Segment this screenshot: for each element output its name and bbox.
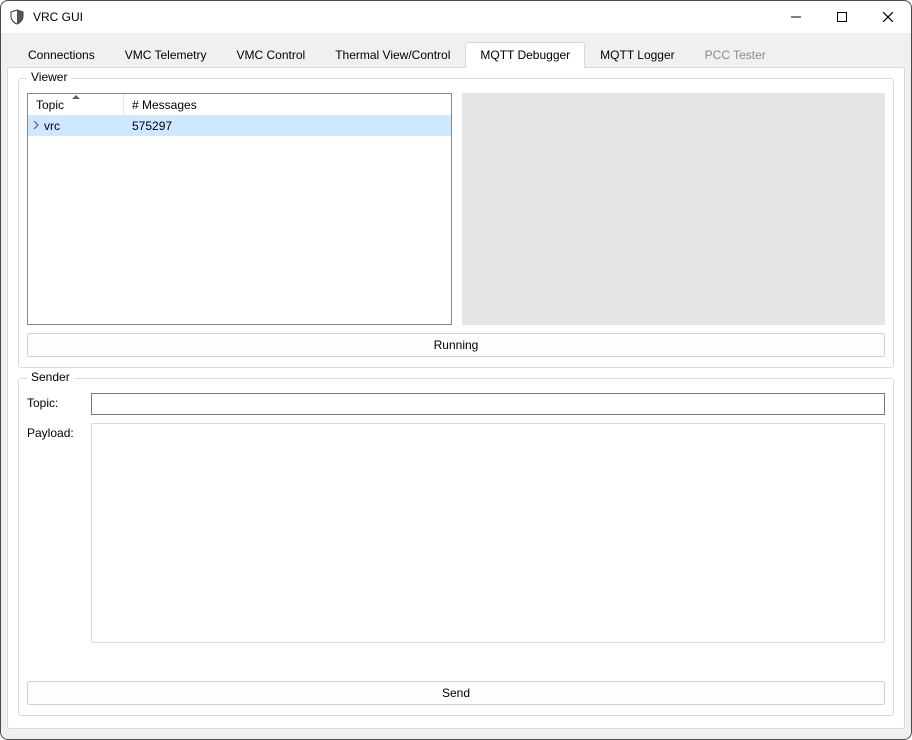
tab-mqtt-debugger[interactable]: MQTT Debugger (465, 42, 585, 68)
topic-tree-header: Topic # Messages (28, 94, 451, 116)
viewer-legend: Viewer (27, 70, 71, 84)
column-header-messages[interactable]: # Messages (124, 94, 451, 115)
message-preview-pane (462, 93, 885, 325)
running-button[interactable]: Running (27, 333, 885, 357)
tab-connections[interactable]: Connections (13, 42, 110, 68)
close-button[interactable] (865, 1, 911, 33)
app-window: VRC GUI Connections VMC Telemetry VMC Co… (0, 0, 912, 740)
topic-input[interactable] (91, 393, 885, 415)
chevron-right-icon[interactable] (28, 121, 44, 132)
send-button[interactable]: Send (27, 681, 885, 705)
tree-cell-topic: vrc (44, 119, 124, 133)
window-title: VRC GUI (33, 10, 83, 24)
topic-tree-body: vrc 575297 (28, 116, 451, 324)
viewer-group: Viewer Topic # Messages (18, 78, 894, 368)
minimize-button[interactable] (773, 1, 819, 33)
sender-legend: Sender (27, 370, 74, 384)
topic-label: Topic: (27, 393, 83, 415)
tab-mqtt-logger[interactable]: MQTT Logger (585, 42, 689, 68)
sender-group: Sender Topic: Payload: Send (18, 378, 894, 716)
tab-pcc-tester: PCC Tester (690, 42, 781, 68)
tab-panel: Viewer Topic # Messages (7, 67, 905, 729)
column-header-topic[interactable]: Topic (28, 94, 124, 115)
app-shield-icon (9, 9, 25, 25)
tree-cell-messages: 575297 (124, 119, 451, 133)
tabs-bar: Connections VMC Telemetry VMC Control Th… (7, 39, 905, 67)
maximize-button[interactable] (819, 1, 865, 33)
payload-textarea[interactable] (91, 423, 885, 643)
client-area: Connections VMC Telemetry VMC Control Th… (1, 33, 911, 739)
topic-tree[interactable]: Topic # Messages vrc (27, 93, 452, 325)
tab-thermal-view-control[interactable]: Thermal View/Control (320, 42, 465, 68)
tree-row[interactable]: vrc 575297 (28, 116, 451, 136)
viewer-body: Topic # Messages vrc (27, 93, 885, 325)
window-controls (773, 1, 911, 33)
sort-ascending-icon (72, 95, 80, 99)
tab-vmc-telemetry[interactable]: VMC Telemetry (110, 42, 222, 68)
sender-body: Topic: Payload: Send (27, 393, 885, 705)
title-bar: VRC GUI (1, 1, 911, 33)
tab-vmc-control[interactable]: VMC Control (222, 42, 321, 68)
payload-label: Payload: (27, 423, 83, 673)
